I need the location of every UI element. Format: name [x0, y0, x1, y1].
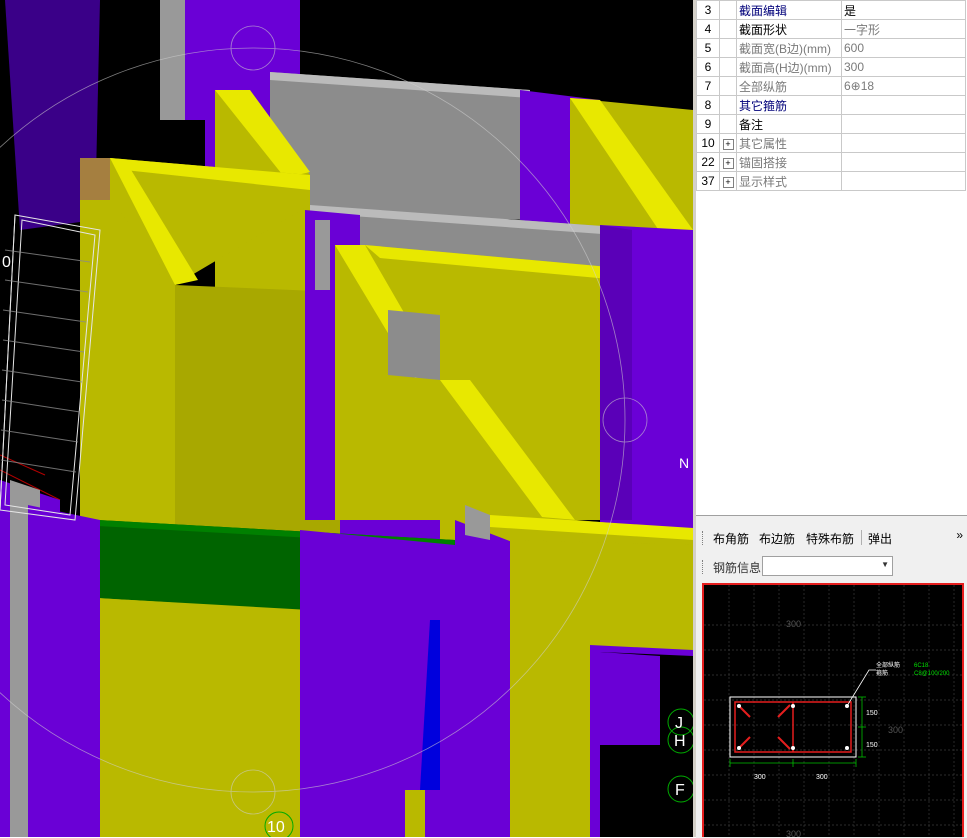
axis-label-j: J — [675, 715, 683, 732]
dim-top: 300 — [786, 619, 801, 629]
dim-bottom: 300 — [786, 829, 801, 837]
leader-value-1: 6C18 — [914, 663, 929, 669]
property-expander — [719, 19, 737, 39]
property-row[interactable]: 3 截面编辑是 — [696, 0, 966, 20]
property-row-number: 22 — [696, 152, 720, 172]
axis-label-n: N — [679, 455, 689, 471]
property-table: 3 截面编辑是 4 截面形状 一字形 5 截面宽(B边)(mm) 600 6 截面高(H边)(mm… — [696, 0, 966, 191]
property-row-number: 4 — [696, 19, 720, 39]
property-name: 其它属性 — [736, 133, 842, 153]
property-name: 截面编辑 — [736, 0, 842, 20]
model-view[interactable]: 10 0 J H F N — [0, 0, 693, 837]
property-row[interactable]: 5 截面宽(B边)(mm) 600 — [696, 38, 966, 58]
property-expander[interactable]: + — [719, 133, 737, 153]
property-row-number: 6 — [696, 57, 720, 77]
property-value[interactable]: 600 — [841, 38, 966, 58]
property-value[interactable] — [841, 133, 966, 153]
property-expander — [719, 0, 737, 20]
special-bar-button[interactable]: 特殊布筋 — [805, 530, 855, 547]
toolbar-grip[interactable] — [702, 531, 705, 545]
property-name: 截面高(H边)(mm) — [736, 57, 842, 77]
property-row[interactable]: 6 截面高(H边)(mm) 300 — [696, 57, 966, 77]
property-row-number: 3 — [696, 0, 720, 20]
property-name: 截面形状 — [736, 19, 842, 39]
property-value[interactable]: 300 — [841, 57, 966, 77]
property-name: 全部纵筋 — [736, 76, 842, 96]
property-row-number: 7 — [696, 76, 720, 96]
toolbar-overflow-chevron-icon[interactable]: » — [956, 528, 963, 542]
property-expander[interactable]: + — [719, 171, 737, 191]
3d-viewport[interactable]: 10 0 J H F N — [0, 0, 693, 837]
property-row[interactable]: 37 + 显示样式 — [696, 171, 966, 191]
section-preview-canvas[interactable]: 300 全部纵筋 箍筋 6C18 C8@100/200 300 300 150 … — [702, 583, 964, 837]
leader-label-1: 全部纵筋 — [876, 661, 900, 669]
dim-right: 300 — [888, 725, 903, 735]
property-row-number: 10 — [696, 133, 720, 153]
property-row[interactable]: 8 其它箍筋 — [696, 95, 966, 115]
property-expander — [719, 114, 737, 134]
property-name: 显示样式 — [736, 171, 842, 191]
property-row[interactable]: 4 截面形状 一字形 — [696, 19, 966, 39]
property-expander — [719, 38, 737, 58]
section-drawing[interactable]: 300 全部纵筋 箍筋 6C18 C8@100/200 300 300 150 … — [704, 585, 964, 837]
dim-right-width: 300 — [816, 774, 828, 781]
property-value[interactable]: 一字形 — [841, 19, 966, 39]
property-row[interactable]: 7 全部纵筋 6⊕18 — [696, 76, 966, 96]
dim-150-top: 150 — [866, 710, 878, 717]
leader-line — [846, 669, 876, 707]
property-name: 备注 — [736, 114, 842, 134]
property-value[interactable] — [841, 95, 966, 115]
leader-value-2: C8@100/200 — [914, 671, 950, 677]
property-grid: 3 截面编辑是 4 截面形状 一字形 5 截面宽(B边)(mm) 600 6 截面高(H边)(mm… — [696, 0, 967, 515]
axis-label-h: H — [674, 733, 686, 750]
property-row[interactable]: 10 + 其它属性 — [696, 133, 966, 153]
axis-label-10: 10 — [267, 819, 285, 836]
property-expander[interactable]: + — [719, 152, 737, 172]
property-name: 截面宽(B边)(mm) — [736, 38, 842, 58]
rebar-info-label: 钢筋信息 — [713, 561, 762, 575]
property-name: 锚固搭接 — [736, 152, 842, 172]
property-expander — [719, 95, 737, 115]
property-row-number: 9 — [696, 114, 720, 134]
property-value[interactable] — [841, 152, 966, 172]
property-row[interactable]: 22 + 锚固搭接 — [696, 152, 966, 172]
property-expander — [719, 76, 737, 96]
dim-left-width: 300 — [754, 774, 766, 781]
axis-label-f: F — [675, 782, 685, 799]
chevron-down-icon[interactable]: ▼ — [881, 560, 889, 569]
rebar-info-select[interactable]: ▼ — [762, 556, 893, 576]
property-name: 其它箍筋 — [736, 95, 842, 115]
property-value[interactable] — [841, 171, 966, 191]
property-value[interactable]: 6⊕18 — [841, 76, 966, 96]
expand-plus-icon[interactable]: + — [722, 177, 734, 188]
rebar-toolbar: 布角筋 布边筋 特殊布筋 弹出 » — [696, 526, 967, 550]
property-value[interactable] — [841, 114, 966, 134]
stirrup-hooks — [737, 704, 791, 750]
edge-bar-button[interactable]: 布边筋 — [758, 530, 796, 547]
corner-bar-button[interactable]: 布角筋 — [712, 530, 750, 547]
popout-button[interactable]: 弹出 — [867, 530, 893, 547]
leader-label-2: 箍筋 — [876, 669, 888, 677]
property-expander — [719, 57, 737, 77]
property-value[interactable]: 是 — [841, 0, 966, 20]
property-row-number: 37 — [696, 171, 720, 191]
dim-150-bottom: 150 — [866, 742, 878, 749]
property-row-number: 8 — [696, 95, 720, 115]
property-row-number: 5 — [696, 38, 720, 58]
axis-label-0: 0 — [2, 254, 11, 271]
expand-plus-icon[interactable]: + — [722, 139, 734, 150]
expand-plus-icon[interactable]: + — [722, 158, 734, 169]
property-row[interactable]: 9 备注 — [696, 114, 966, 134]
